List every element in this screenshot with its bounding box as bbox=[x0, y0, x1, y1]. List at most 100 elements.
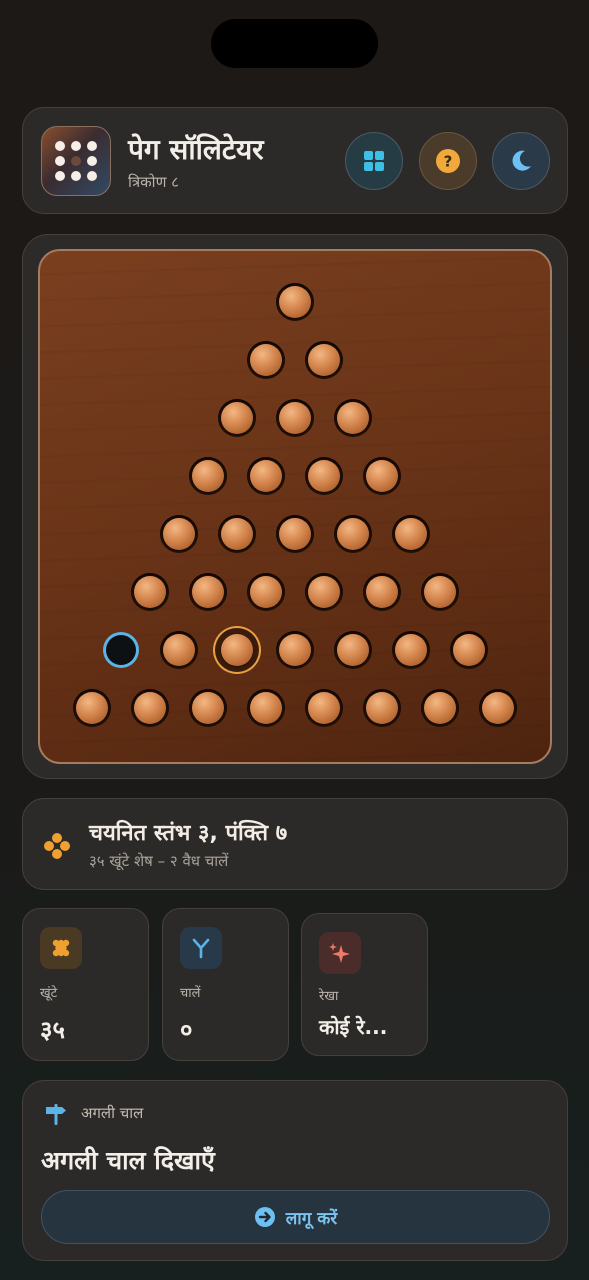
apply-button[interactable]: लागू करें bbox=[41, 1190, 550, 1244]
stat-value: ३५ bbox=[40, 1016, 65, 1044]
board-peg[interactable] bbox=[276, 631, 314, 669]
board-peg[interactable] bbox=[189, 689, 227, 727]
peg[interactable] bbox=[250, 344, 282, 376]
board-peg[interactable] bbox=[305, 457, 343, 495]
peg[interactable] bbox=[76, 692, 108, 724]
peg[interactable] bbox=[279, 634, 311, 666]
pegs-icon bbox=[40, 927, 82, 969]
theme-button[interactable] bbox=[492, 132, 550, 190]
peg[interactable] bbox=[308, 692, 340, 724]
stat-moves: चालें ० bbox=[162, 908, 289, 1061]
peg[interactable] bbox=[192, 460, 224, 492]
stat-label: खूंटे bbox=[40, 986, 58, 1001]
peg[interactable] bbox=[424, 692, 456, 724]
peg[interactable] bbox=[279, 286, 311, 318]
board-peg[interactable] bbox=[247, 341, 285, 379]
peg[interactable] bbox=[250, 576, 282, 608]
peg[interactable] bbox=[308, 344, 340, 376]
grid-button[interactable] bbox=[345, 132, 403, 190]
board-peg[interactable] bbox=[276, 515, 314, 553]
peg[interactable] bbox=[337, 402, 369, 434]
board-peg[interactable] bbox=[305, 689, 343, 727]
board-peg[interactable] bbox=[334, 631, 372, 669]
peg[interactable] bbox=[453, 634, 485, 666]
stat-pegs: खूंटे ३५ bbox=[22, 908, 149, 1061]
board-peg[interactable] bbox=[218, 399, 256, 437]
board-peg[interactable] bbox=[215, 628, 259, 672]
board-peg[interactable] bbox=[247, 689, 285, 727]
board-hole-target[interactable] bbox=[106, 635, 136, 665]
app-logo-icon bbox=[41, 126, 111, 196]
peg[interactable] bbox=[424, 576, 456, 608]
svg-text:?: ? bbox=[444, 153, 453, 171]
board-peg[interactable] bbox=[363, 457, 401, 495]
peg[interactable] bbox=[250, 460, 282, 492]
board-peg[interactable] bbox=[247, 573, 285, 611]
arrow-right-circle-icon bbox=[254, 1207, 275, 1227]
peg[interactable] bbox=[134, 576, 166, 608]
board-peg[interactable] bbox=[305, 341, 343, 379]
board-peg[interactable] bbox=[334, 515, 372, 553]
app-title: पेग सॉलिटेयर bbox=[128, 133, 264, 166]
grid-icon bbox=[364, 151, 384, 171]
selected-peg[interactable] bbox=[221, 634, 253, 666]
board-peg[interactable] bbox=[363, 573, 401, 611]
board-peg[interactable] bbox=[276, 283, 314, 321]
board-peg[interactable] bbox=[421, 573, 459, 611]
peg[interactable] bbox=[395, 634, 427, 666]
pegs-icon bbox=[44, 833, 70, 859]
board-peg[interactable] bbox=[363, 689, 401, 727]
peg[interactable] bbox=[134, 692, 166, 724]
board-peg[interactable] bbox=[189, 573, 227, 611]
apply-button-label: लागू करें bbox=[285, 1208, 338, 1229]
peg[interactable] bbox=[366, 576, 398, 608]
peg[interactable] bbox=[192, 692, 224, 724]
stat-streak: रेखा कोई रे... bbox=[301, 913, 428, 1056]
app-header: पेग सॉलिटेयर त्रिकोण ८ ? bbox=[22, 107, 568, 214]
board-peg[interactable] bbox=[218, 515, 256, 553]
board-peg[interactable] bbox=[450, 631, 488, 669]
status-title: चयनित स्तंभ ३, पंक्ति ७ bbox=[89, 821, 288, 846]
peg[interactable] bbox=[163, 518, 195, 550]
board-peg[interactable] bbox=[73, 689, 111, 727]
board-peg[interactable] bbox=[160, 631, 198, 669]
help-button[interactable]: ? bbox=[419, 132, 477, 190]
peg[interactable] bbox=[308, 460, 340, 492]
board-peg[interactable] bbox=[334, 399, 372, 437]
board-peg[interactable] bbox=[305, 573, 343, 611]
device-notch bbox=[211, 19, 378, 68]
stat-value: ० bbox=[180, 1016, 193, 1044]
next-move-card: अगली चाल अगली चाल दिखाएँ लागू करें bbox=[22, 1080, 568, 1261]
peg[interactable] bbox=[279, 518, 311, 550]
board-peg[interactable] bbox=[392, 631, 430, 669]
game-board bbox=[38, 249, 552, 764]
sparkle-icon bbox=[319, 932, 361, 974]
peg[interactable] bbox=[482, 692, 514, 724]
moon-icon bbox=[512, 150, 531, 171]
board-peg[interactable] bbox=[276, 399, 314, 437]
board-peg[interactable] bbox=[131, 573, 169, 611]
peg[interactable] bbox=[395, 518, 427, 550]
board-peg[interactable] bbox=[189, 457, 227, 495]
peg[interactable] bbox=[366, 460, 398, 492]
peg[interactable] bbox=[337, 634, 369, 666]
peg[interactable] bbox=[337, 518, 369, 550]
peg[interactable] bbox=[279, 402, 311, 434]
board-container bbox=[22, 234, 568, 779]
board-peg[interactable] bbox=[479, 689, 517, 727]
question-icon: ? bbox=[436, 149, 460, 173]
board-peg[interactable] bbox=[421, 689, 459, 727]
stat-label: रेखा bbox=[319, 989, 339, 1004]
next-move-title: अगली चाल दिखाएँ bbox=[41, 1146, 215, 1175]
board-peg[interactable] bbox=[131, 689, 169, 727]
peg[interactable] bbox=[366, 692, 398, 724]
board-peg[interactable] bbox=[160, 515, 198, 553]
peg[interactable] bbox=[192, 576, 224, 608]
peg[interactable] bbox=[308, 576, 340, 608]
peg[interactable] bbox=[221, 518, 253, 550]
board-peg[interactable] bbox=[247, 457, 285, 495]
peg[interactable] bbox=[163, 634, 195, 666]
peg[interactable] bbox=[221, 402, 253, 434]
peg[interactable] bbox=[250, 692, 282, 724]
board-peg[interactable] bbox=[392, 515, 430, 553]
